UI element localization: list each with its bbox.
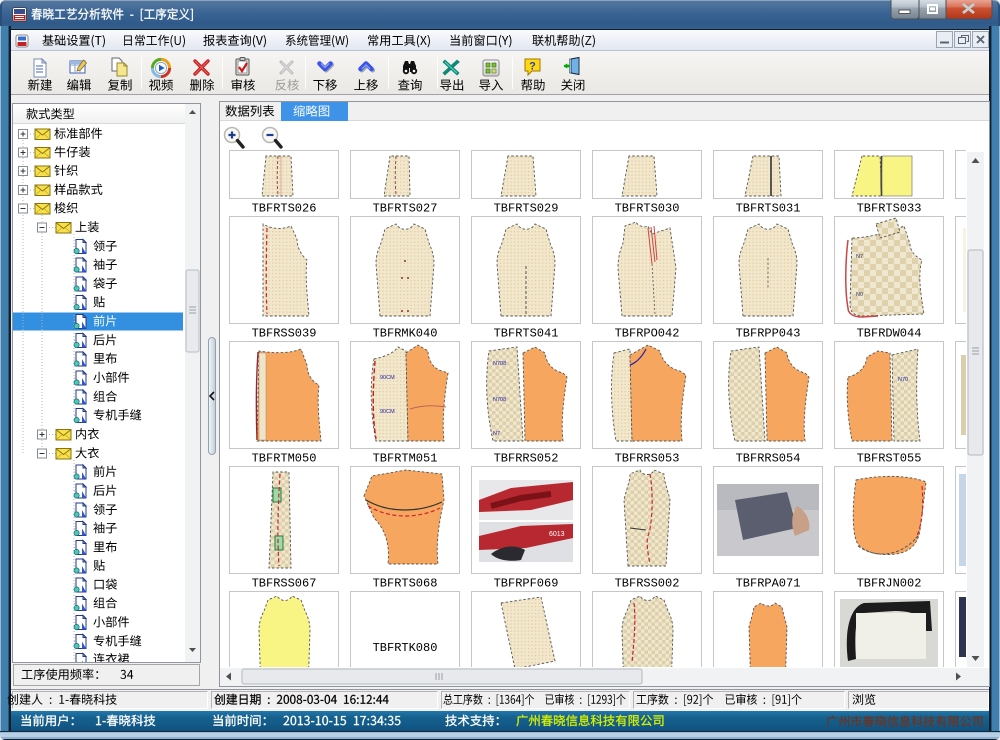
- svg-text:N7: N7: [856, 254, 863, 260]
- svg-text:TBFRPF069: TBFRPF069: [494, 577, 559, 591]
- svg-text:90CM: 90CM: [380, 409, 395, 415]
- svg-text:TBFRTS033: TBFRTS033: [857, 202, 922, 216]
- svg-text:TBFRMK040: TBFRMK040: [373, 327, 438, 341]
- svg-text:TBFRTS026: TBFRTS026: [252, 202, 317, 216]
- svg-text:TBFRTS041: TBFRTS041: [494, 327, 559, 341]
- svg-text:TBFRTS029: TBFRTS029: [494, 202, 559, 216]
- svg-text:N7: N7: [493, 431, 500, 437]
- svg-text:N0: N0: [856, 292, 863, 298]
- svg-text:TBFRTS068: TBFRTS068: [373, 577, 438, 591]
- svg-text:TBFRRS054: TBFRRS054: [736, 452, 801, 466]
- svg-text:N708: N708: [493, 361, 506, 367]
- svg-text:TBFRPA071: TBFRPA071: [736, 577, 801, 591]
- svg-text:TBFRRS053: TBFRRS053: [615, 452, 680, 466]
- svg-text:TBFRST055: TBFRST055: [857, 452, 922, 466]
- svg-text:TBFRPO042: TBFRPO042: [615, 327, 680, 341]
- svg-text:TBFRTS031: TBFRTS031: [736, 202, 801, 216]
- svg-text:N70: N70: [898, 377, 908, 383]
- svg-text:TBFRTS027: TBFRTS027: [373, 202, 438, 216]
- svg-text:TBFRJN002: TBFRJN002: [857, 577, 922, 591]
- svg-text:6013: 6013: [549, 531, 565, 538]
- svg-text:?: ?: [529, 61, 536, 73]
- svg-text:TBFRPP043: TBFRPP043: [736, 327, 801, 341]
- svg-text:90CM: 90CM: [380, 375, 395, 381]
- svg-text:TBFRSS067: TBFRSS067: [252, 577, 317, 591]
- svg-text:TBFRRS052: TBFRRS052: [494, 452, 559, 466]
- svg-text:TBFRDW044: TBFRDW044: [857, 327, 922, 341]
- svg-text:TBFRTM050: TBFRTM050: [252, 452, 317, 466]
- svg-text:TBFRSS039: TBFRSS039: [252, 327, 317, 341]
- svg-text:N708: N708: [493, 397, 506, 403]
- svg-text:TBFRSS002: TBFRSS002: [615, 577, 680, 591]
- svg-text:TBFRTK080: TBFRTK080: [373, 641, 438, 655]
- svg-text:TBFRTM051: TBFRTM051: [373, 452, 438, 466]
- svg-text:TBFRTS030: TBFRTS030: [615, 202, 680, 216]
